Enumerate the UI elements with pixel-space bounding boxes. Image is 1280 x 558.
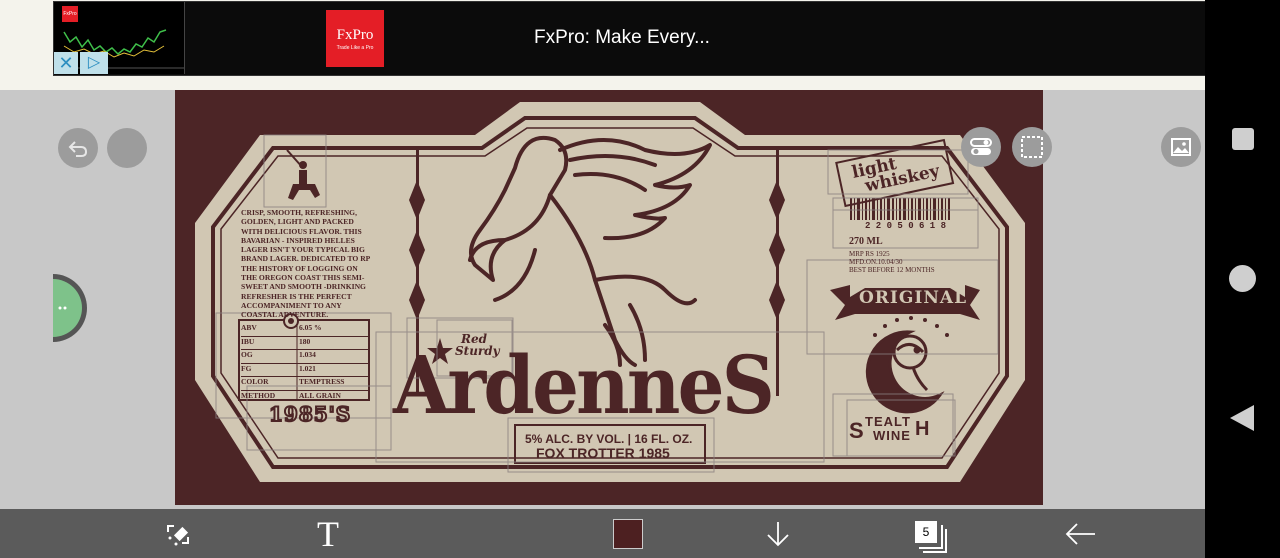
- close-icon[interactable]: ✕: [54, 52, 78, 74]
- spec-key: ABV: [241, 323, 257, 332]
- description-text[interactable]: CRISP, SMOOTH, REFRESHING, GOLDEN, LIGHT…: [241, 208, 371, 320]
- year-badge[interactable]: 1985'S: [268, 401, 351, 427]
- arrow-down-icon: [767, 521, 789, 546]
- ad-divider: [184, 2, 185, 74]
- home-button[interactable]: [1229, 265, 1256, 292]
- arrow-left-icon: [1065, 522, 1095, 545]
- handle-icon: [53, 274, 87, 342]
- spec-value: 180: [299, 336, 311, 346]
- layers-count: 5: [915, 521, 937, 543]
- spec-key: FG: [241, 363, 252, 373]
- mrp-text: MRP RS 1925: [849, 250, 890, 258]
- redo-button[interactable]: [107, 128, 147, 168]
- ad-title[interactable]: FxPro: Make Every...: [534, 27, 710, 49]
- stealth-mid: TEALT: [865, 414, 911, 429]
- undo-icon: [68, 141, 88, 157]
- spec-row: IBU 180: [241, 336, 369, 350]
- best-before-text: BEST BEFORE 12 MONTHS: [849, 266, 935, 274]
- ad-thumb-brand: FxPro: [62, 6, 78, 22]
- text-tool-button[interactable]: T: [310, 509, 346, 558]
- ad-area: FxPro ✕ ▷ FxPro Trade Like a Pro FxPro: …: [0, 0, 1206, 90]
- alc-line[interactable]: 5% ALC. BY VOL. | 16 FL. OZ.: [525, 432, 692, 446]
- fox-line[interactable]: FOX TROTTER 1985: [536, 445, 670, 461]
- download-button[interactable]: [760, 509, 796, 558]
- ad-logo[interactable]: FxPro Trade Like a Pro: [326, 10, 384, 67]
- eraser-swap-icon: [167, 524, 189, 545]
- edit-tool-button[interactable]: [158, 509, 198, 558]
- select-area-button[interactable]: [1012, 127, 1052, 167]
- image-icon: [1171, 138, 1191, 156]
- play-icon[interactable]: ▷: [80, 52, 108, 74]
- barcode-number[interactable]: 2 2 0 5 0 6 1 8: [865, 221, 946, 231]
- color-swatch[interactable]: [613, 519, 643, 549]
- spec-row: FG 1.021: [241, 363, 369, 377]
- spec-key: COLOR: [241, 377, 269, 386]
- system-back-button[interactable]: [1230, 405, 1254, 431]
- layers-button[interactable]: 5: [908, 509, 954, 558]
- dashed-select-icon: [1021, 136, 1043, 158]
- image-button[interactable]: [1161, 127, 1201, 167]
- ad-thumbnail[interactable]: FxPro ✕ ▷: [54, 2, 184, 74]
- bottom-toolbar: T 5: [0, 509, 1205, 558]
- ad-banner[interactable]: FxPro ✕ ▷ FxPro Trade Like a Pro FxPro: …: [53, 1, 1206, 76]
- back-arrow-button[interactable]: [1060, 509, 1100, 558]
- spec-value: TEMPTRESS: [299, 377, 345, 386]
- mfd-text: MFD.ON.10.04/30: [849, 258, 903, 266]
- spec-table[interactable]: ABV 6.05 % IBU 180 OG 1.034 FG 1.021 COLOR TE…: [241, 323, 369, 403]
- spec-row: COLOR TEMPTRESS: [241, 377, 369, 391]
- spec-key: IBU: [241, 336, 255, 346]
- spec-row: OG 1.034: [241, 350, 369, 364]
- stealth-h: H: [915, 418, 930, 440]
- spec-row: ABV 6.05 %: [241, 323, 369, 337]
- ad-logo-tagline: Trade Like a Pro: [336, 45, 374, 51]
- undo-button[interactable]: [58, 128, 98, 168]
- brand-name[interactable]: ArdenneS: [393, 340, 775, 430]
- toggle-icon: [970, 138, 992, 155]
- beer-label[interactable]: CRISP, SMOOTH, REFRESHING, GOLDEN, LIGHT…: [175, 90, 1043, 505]
- stealth-s: S: [849, 418, 864, 443]
- ad-logo-name: FxPro: [336, 27, 374, 43]
- spec-value: 1.034: [299, 350, 316, 359]
- spec-key: OG: [241, 350, 253, 359]
- toggle-layers-button[interactable]: [961, 127, 1001, 167]
- original-text[interactable]: ORIGINAL: [859, 288, 967, 308]
- volume-text[interactable]: 270 ML: [849, 236, 883, 247]
- stealth-wine: WINE: [873, 428, 911, 443]
- editor-canvas[interactable]: CRISP, SMOOTH, REFRESHING, GOLDEN, LIGHT…: [0, 90, 1205, 509]
- side-drawer-handle[interactable]: [53, 272, 89, 344]
- recent-apps-button[interactable]: [1232, 128, 1254, 150]
- spec-value: 1.021: [299, 363, 316, 373]
- spec-value: 6.05 %: [299, 323, 322, 332]
